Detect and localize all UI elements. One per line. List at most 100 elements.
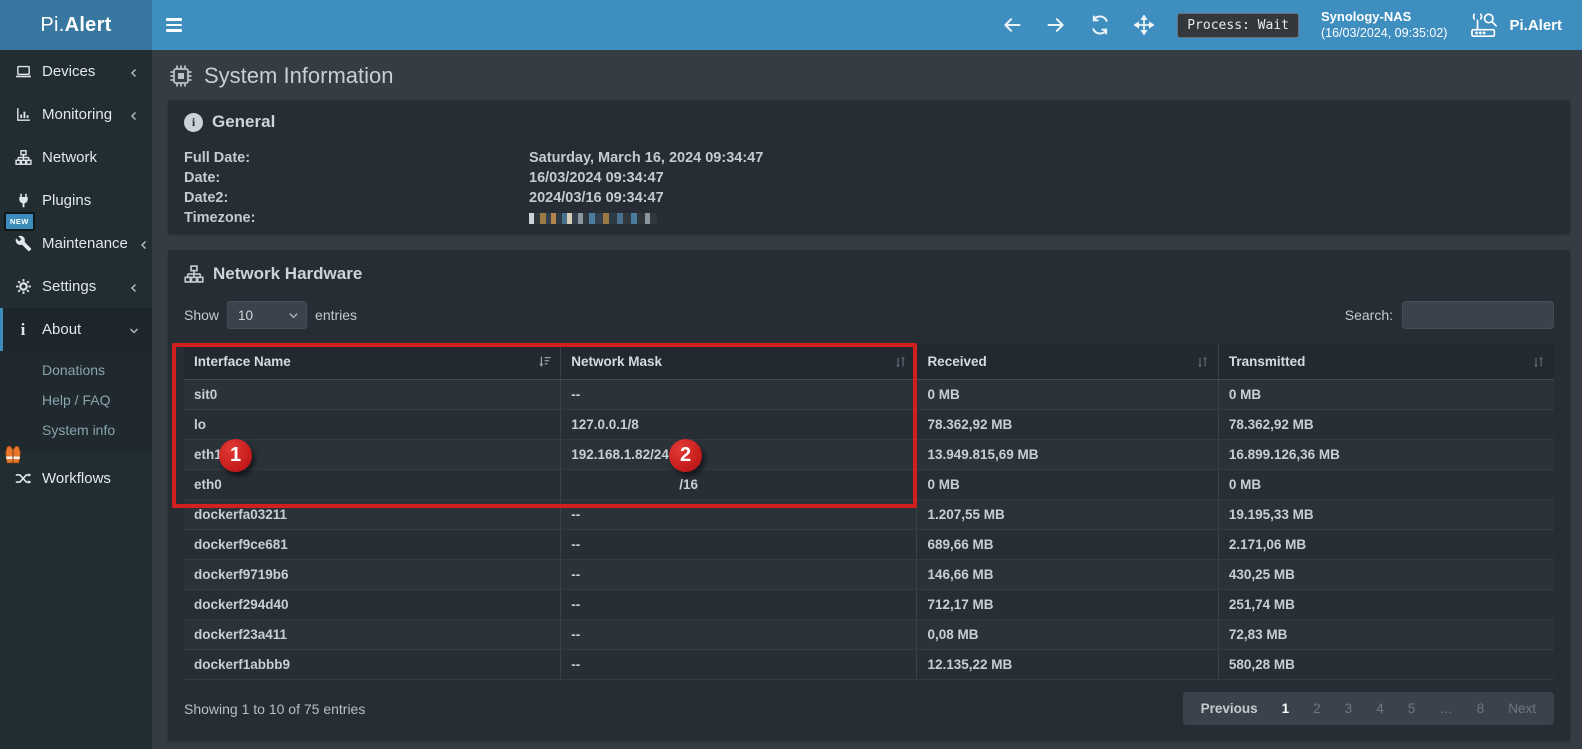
general-field-timezone: Timezone:: [184, 208, 1554, 228]
sidebar-item-monitoring[interactable]: Monitoring: [0, 93, 152, 136]
pagination-page-8[interactable]: 8: [1465, 697, 1497, 720]
network-hardware-title: Network Hardware: [213, 264, 362, 284]
sitemap-icon: [14, 149, 32, 167]
column-header-transmitted[interactable]: Transmitted: [1218, 344, 1554, 380]
app-logo[interactable]: Pi.Alert: [0, 0, 152, 50]
laptop-icon: [14, 63, 32, 81]
submenu-item-donations[interactable]: Donations: [0, 355, 152, 385]
sidebar-item-maintenance[interactable]: NEW Maintenance: [0, 222, 152, 265]
submenu-item-system-info[interactable]: System info: [0, 415, 152, 445]
pagination-page-2[interactable]: 2: [1301, 697, 1333, 720]
process-status-badge[interactable]: Process: Wait: [1177, 13, 1299, 38]
app-logo-pre: Pi.: [40, 14, 64, 37]
pagination-page-5[interactable]: 5: [1396, 697, 1428, 720]
table-row: dockerf1abbb9 -- 12.135,22 MB 580,28 MB: [184, 650, 1554, 680]
forward-arrow-icon[interactable]: [1045, 14, 1067, 36]
sitemap-icon: [184, 264, 204, 284]
network-hardware-panel: Network Hardware Show 10 entries Search:: [168, 250, 1570, 741]
chevron-down-icon: [128, 324, 140, 336]
table-row: dockerf9719b6 -- 146,66 MB 430,25 MB: [184, 560, 1554, 590]
pagination-page-4[interactable]: 4: [1364, 697, 1396, 720]
entries-label: entries: [315, 307, 357, 323]
general-panel-header: i General: [184, 112, 1554, 132]
table-row: eth0 /16 0 MB 0 MB: [184, 470, 1554, 500]
info-icon: i: [14, 321, 32, 339]
table-row: dockerf9ce681 -- 689,66 MB 2.171,06 MB: [184, 530, 1554, 560]
page-title-text: System Information: [204, 63, 394, 89]
chevron-left-icon: [128, 109, 140, 121]
column-header-received[interactable]: Received: [917, 344, 1218, 380]
back-arrow-icon[interactable]: [1001, 14, 1023, 36]
table-row: dockerf23a411 -- 0,08 MB 72,83 MB: [184, 620, 1554, 650]
chevron-down-icon: [288, 310, 299, 321]
chevron-left-icon: [138, 238, 150, 250]
general-field-date: Date: 16/03/2024 09:34:47: [184, 168, 1554, 188]
brand-right-label: Pi.Alert: [1509, 17, 1562, 34]
app-logo-bold: Alert: [65, 14, 112, 37]
general-panel: i General Full Date: Saturday, March 16,…: [168, 100, 1570, 234]
general-field-date2: Date2: 2024/03/16 09:34:47: [184, 188, 1554, 208]
column-header-interface-name[interactable]: Interface Name: [184, 344, 561, 380]
entries-select[interactable]: 10: [227, 301, 307, 329]
chart-icon: [14, 106, 32, 124]
info-circle-icon: i: [184, 113, 203, 132]
table-row: lo 127.0.0.1/8 78.362,92 MB 78.362,92 MB: [184, 410, 1554, 440]
sort-both-icon: [1195, 354, 1210, 369]
sort-desc-icon: [537, 354, 552, 369]
main-content: System Information i General Full Date: …: [152, 50, 1582, 749]
safety-vest-icon: [3, 445, 23, 465]
device-timestamp: (16/03/2024, 09:35:02): [1321, 25, 1448, 41]
sidebar-toggle-icon[interactable]: [166, 8, 200, 42]
general-panel-title: General: [212, 112, 275, 132]
sidebar: Devices Monitoring Network Plugins NEW M…: [0, 50, 152, 749]
table-row: dockerf294d40 -- 712,17 MB 251,74 MB: [184, 590, 1554, 620]
sidebar-item-label: Settings: [42, 278, 118, 295]
sidebar-item-network[interactable]: Network: [0, 136, 152, 179]
redacted-timezone-value: [529, 213, 657, 224]
search-label: Search:: [1345, 307, 1393, 323]
top-navbar: Pi.Alert Proc: [0, 0, 1582, 50]
router-scan-icon: [1469, 11, 1501, 39]
about-submenu: Donations Help / FAQ System info: [0, 351, 152, 451]
sidebar-item-label: Devices: [42, 63, 118, 80]
pagination-next[interactable]: Next: [1496, 697, 1548, 720]
sidebar-item-label: Monitoring: [42, 106, 118, 123]
sidebar-item-label: Workflows: [42, 470, 140, 487]
pagination-previous[interactable]: Previous: [1189, 697, 1270, 720]
sidebar-item-label: Plugins: [42, 192, 140, 209]
sidebar-item-about[interactable]: i About: [0, 308, 152, 351]
pagination: Previous 1 2 3 4 5 … 8 Next: [1183, 692, 1554, 725]
sidebar-item-devices[interactable]: Devices: [0, 50, 152, 93]
show-label: Show: [184, 307, 219, 323]
column-header-network-mask[interactable]: Network Mask: [561, 344, 917, 380]
brand-right: Pi.Alert: [1469, 11, 1568, 39]
sort-both-icon: [1531, 354, 1546, 369]
redacted-network-mask: [571, 477, 677, 491]
move-arrows-icon[interactable]: [1133, 14, 1155, 36]
search-input[interactable]: [1402, 301, 1554, 329]
sidebar-item-label: About: [42, 321, 118, 338]
general-field-full-date: Full Date: Saturday, March 16, 2024 09:3…: [184, 148, 1554, 168]
sort-both-icon: [893, 354, 908, 369]
table-row: eth1 192.168.1.82/24 13.949.815,69 MB 16…: [184, 440, 1554, 470]
interfaces-table: Interface Name Network Mask: [184, 344, 1554, 680]
submenu-item-help-faq[interactable]: Help / FAQ: [0, 385, 152, 415]
sidebar-item-label: Network: [42, 149, 140, 166]
refresh-icon[interactable]: [1089, 14, 1111, 36]
table-row: dockerfa03211 -- 1.207,55 MB 19.195,33 M…: [184, 500, 1554, 530]
microchip-icon: [168, 63, 194, 89]
sidebar-item-label: Maintenance: [42, 235, 128, 252]
device-name: Synology-NAS: [1321, 9, 1448, 25]
pagination-ellipsis: …: [1427, 697, 1465, 720]
pagination-page-1[interactable]: 1: [1270, 697, 1302, 720]
wrench-icon: [14, 235, 32, 253]
gear-icon: [14, 278, 32, 296]
sidebar-item-settings[interactable]: Settings: [0, 265, 152, 308]
page-title: System Information: [152, 50, 1582, 100]
shuffle-icon: [14, 470, 32, 488]
network-hardware-header: Network Hardware: [184, 264, 1554, 284]
pagination-page-3[interactable]: 3: [1333, 697, 1365, 720]
sidebar-item-workflows[interactable]: Workflows: [0, 457, 152, 500]
new-badge: NEW: [4, 212, 35, 231]
table-row: sit0 -- 0 MB 0 MB: [184, 380, 1554, 410]
